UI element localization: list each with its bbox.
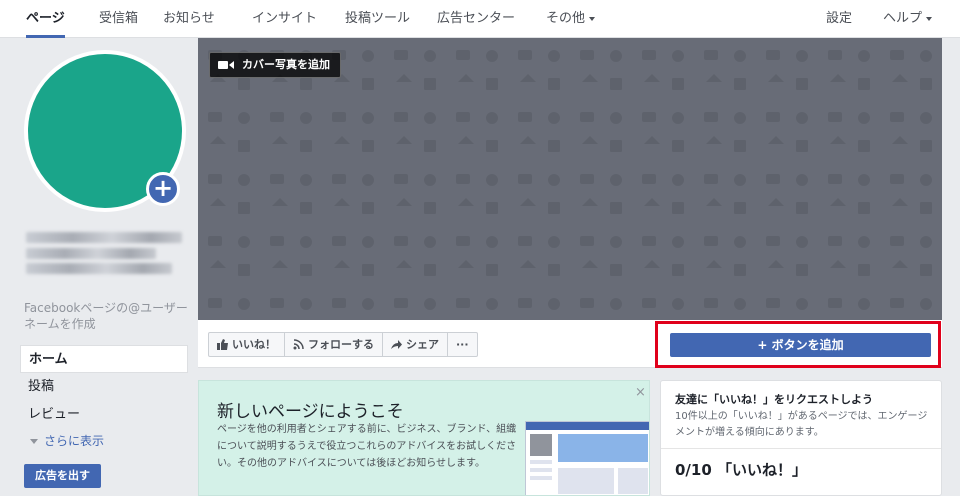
tab-more-label: その他 <box>546 11 586 26</box>
profile-picture-area: + <box>24 50 186 212</box>
like-label: いいね！ <box>232 338 276 351</box>
like-button[interactable]: いいね！ <box>208 332 285 357</box>
action-button-group: いいね！ フォローする シェア ··· <box>208 332 478 357</box>
add-cover-photo-label: カバー写真を追加 <box>242 58 330 71</box>
invite-text: 10件以上の「いいね！」があるページでは、エンゲージメントが増える傾向にあります… <box>675 411 928 438</box>
chevron-down-icon <box>589 16 596 21</box>
share-label: シェア <box>406 338 439 351</box>
preview-line <box>530 468 552 472</box>
top-navigation: ページ 受信箱 お知らせ インサイト 投稿ツール 広告センター その他 設定 ヘ… <box>0 0 960 38</box>
follow-label: フォローする <box>308 338 374 351</box>
tab-insights[interactable]: インサイト <box>252 0 317 38</box>
add-profile-photo-button[interactable]: + <box>146 172 180 206</box>
share-button[interactable]: シェア <box>382 332 448 357</box>
share-arrow-icon <box>391 340 402 349</box>
tab-page[interactable]: ページ <box>26 0 65 38</box>
triangle-down-icon <box>30 439 38 444</box>
welcome-title: 新しいページにようこそ <box>217 402 404 422</box>
invite-friends-card: 友達に「いいね！」をリクエストしよう 10件以上の「いいね！」があるページでは、… <box>660 380 942 496</box>
cover-photo[interactable]: カバー写真を追加 <box>198 38 942 320</box>
like-progress-count: 0/10 「いいね！」 <box>675 461 808 479</box>
add-cover-photo-button[interactable]: カバー写真を追加 <box>209 52 341 78</box>
preview-line <box>530 460 552 464</box>
plus-icon: + <box>152 174 174 202</box>
page-category-blurred <box>26 263 172 274</box>
create-username-link[interactable]: Facebookページの@ユーザーネームを作成 <box>24 300 194 332</box>
preview-post <box>558 468 614 494</box>
tab-inbox[interactable]: 受信箱 <box>99 0 138 38</box>
sidebar-item-home[interactable]: ホーム <box>20 345 188 373</box>
more-options-button[interactable]: ··· <box>447 332 478 357</box>
welcome-card: 新しいページにようこそ ページを他の利用者とシェアする前に、ビジネス、ブランド、… <box>198 380 650 496</box>
tab-ad-center[interactable]: 広告センター <box>437 0 515 38</box>
video-camera-icon <box>218 61 234 69</box>
promote-button[interactable]: 広告を出す <box>24 464 101 488</box>
tab-publishing-tools[interactable]: 投稿ツール <box>345 0 410 38</box>
welcome-text: ページを他の利用者とシェアする前に、ビジネス、ブランド、組織について説明するうえ… <box>217 424 517 469</box>
rss-icon <box>293 339 304 350</box>
page-name-blurred <box>26 232 182 243</box>
invite-title: 友達に「いいね！」をリクエストしよう <box>675 393 873 406</box>
tab-notifications[interactable]: お知らせ <box>163 0 215 38</box>
tab-help-label: ヘルプ <box>883 11 923 26</box>
tab-settings[interactable]: 設定 <box>826 0 852 38</box>
preview-header-bar <box>526 422 649 430</box>
page-preview-illustration <box>525 421 649 495</box>
sidebar-item-reviews[interactable]: レビュー <box>20 401 188 429</box>
tab-more[interactable]: その他 <box>546 0 596 38</box>
follow-button[interactable]: フォローする <box>284 332 383 357</box>
tab-help[interactable]: ヘルプ <box>883 0 933 38</box>
preview-cover <box>558 434 648 462</box>
cover-pattern <box>198 38 942 320</box>
preview-avatar <box>530 434 552 456</box>
sidebar-item-posts[interactable]: 投稿 <box>20 373 188 401</box>
side-menu: ホーム 投稿 レビュー <box>20 345 188 429</box>
preview-line <box>530 476 552 480</box>
chevron-down-icon <box>926 16 933 21</box>
add-button-button[interactable]: + ボタンを追加 <box>670 333 931 357</box>
preview-side <box>618 468 648 494</box>
see-more-label: さらに表示 <box>44 434 105 448</box>
thumbs-up-icon <box>217 339 228 350</box>
divider <box>661 448 941 449</box>
see-more-link[interactable]: さらに表示 <box>30 432 104 449</box>
page-name-blurred <box>26 248 156 259</box>
close-icon[interactable]: × <box>635 385 646 400</box>
